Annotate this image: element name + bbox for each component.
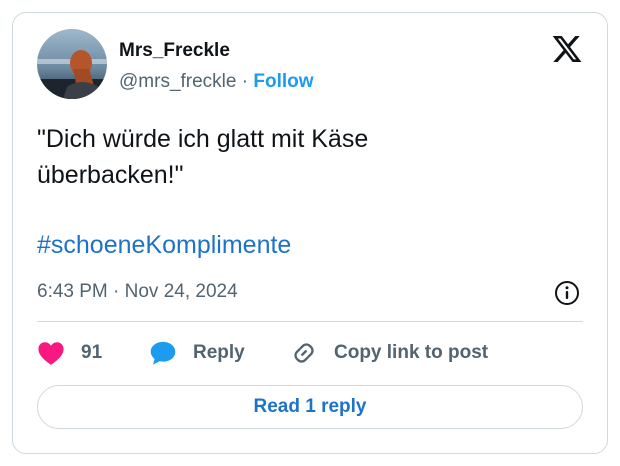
read-replies-label: Read 1 reply [253,396,367,417]
x-logo-icon[interactable] [551,33,583,65]
tweet-text: "Dich würde ich glatt mit Käse überbacke… [37,125,369,189]
like-count: 91 [81,342,103,363]
tweet-timestamp[interactable]: 6:43 PM · Nov 24, 2024 [37,281,238,303]
link-icon [290,339,318,367]
speech-bubble-icon [149,340,177,366]
hashtag-link[interactable]: #schoeneKomplimente [37,231,291,260]
author-handle[interactable]: @mrs_freckle [119,71,236,92]
copy-link-button[interactable]: Copy link to post [290,339,488,367]
author-handle-row: @mrs_freckle · Follow [119,71,314,93]
info-icon[interactable] [554,280,580,306]
tweet-card: Mrs_Freckle @mrs_freckle · Follow "Dich … [12,12,608,454]
avatar-photo [37,29,107,99]
reply-label: Reply [193,342,245,363]
copy-link-label: Copy link to post [334,342,489,363]
follow-button[interactable]: Follow [253,71,313,92]
avatar[interactable] [37,29,107,99]
read-replies-button[interactable]: Read 1 reply [37,385,583,429]
reply-button[interactable]: Reply [149,339,245,367]
like-button[interactable]: 91 [37,339,102,367]
author-display-name[interactable]: Mrs_Freckle [119,40,230,62]
handle-separator: · [241,71,249,92]
heart-icon [37,340,65,366]
divider [37,321,583,322]
action-bar: 91 Reply Copy link to post [37,339,587,367]
